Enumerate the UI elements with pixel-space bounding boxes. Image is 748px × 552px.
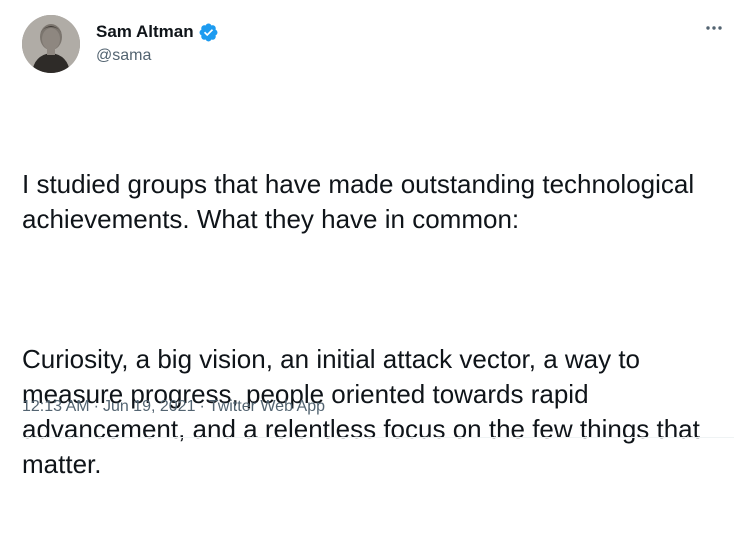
tweet-text: I studied groups that have made outstand… [22,97,734,552]
meta-separator: · [93,398,99,415]
verified-badge-icon [198,22,219,43]
tweet-card: Sam Altman @sama I studied groups that h… [0,0,748,479]
tweet-metadata: 12:13 AM · Jun 19, 2021 · Twitter Web Ap… [22,398,325,416]
tweet-paragraph-1: I studied groups that have made outstand… [22,169,702,234]
author-name[interactable]: Sam Altman [96,22,194,42]
more-options-button[interactable] [700,18,728,38]
tweet-source-link[interactable]: Twitter Web App [209,398,325,416]
author-handle[interactable]: @sama [96,47,151,65]
tweet-date[interactable]: Jun 19, 2021 [103,398,196,416]
avatar[interactable] [22,15,80,73]
divider [22,437,734,438]
tweet-time[interactable]: 12:13 AM [22,398,90,416]
meta-separator: · [199,398,205,415]
more-horizontal-icon [706,26,722,30]
avatar-photo [22,15,80,73]
author-name-row[interactable]: Sam Altman [96,20,219,44]
